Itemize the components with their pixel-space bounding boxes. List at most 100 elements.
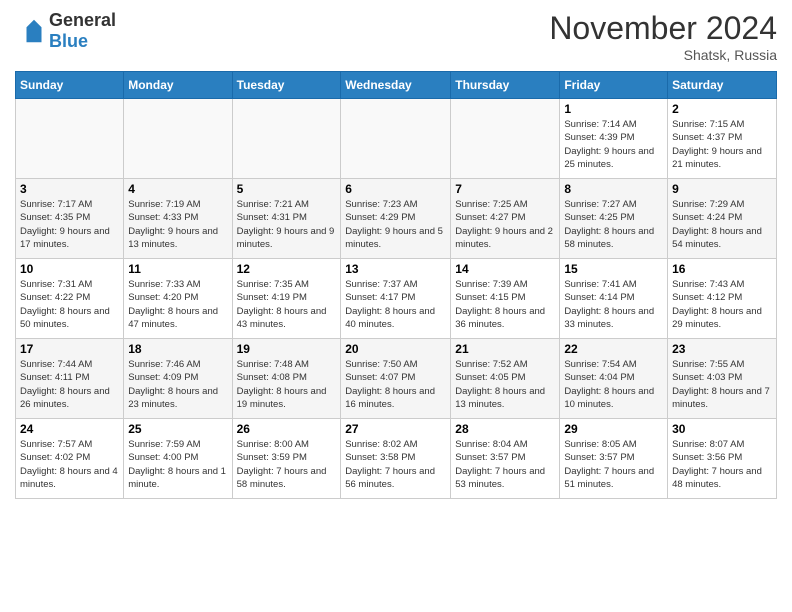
- day-info: Sunrise: 8:04 AM Sunset: 3:57 PM Dayligh…: [455, 438, 555, 491]
- day-number: 28: [455, 422, 555, 436]
- day-number: 19: [237, 342, 337, 356]
- calendar-cell: 27 Sunrise: 8:02 AM Sunset: 3:58 PM Dayli…: [341, 419, 451, 499]
- logo-general: General: [49, 10, 116, 31]
- calendar-cell: 20 Sunrise: 7:50 AM Sunset: 4:07 PM Dayli…: [341, 339, 451, 419]
- day-number: 13: [345, 262, 446, 276]
- col-sunday: Sunday: [16, 72, 124, 99]
- calendar-cell: 5Sunrise: 7:21 AM Sunset: 4:31 PM Daylig…: [232, 179, 341, 259]
- calendar-cell: 28 Sunrise: 8:04 AM Sunset: 3:57 PM Dayli…: [451, 419, 560, 499]
- day-number: 26: [237, 422, 337, 436]
- day-number: 8: [564, 182, 663, 196]
- calendar-header-row: Sunday Monday Tuesday Wednesday Thursday…: [16, 72, 777, 99]
- col-wednesday: Wednesday: [341, 72, 451, 99]
- calendar-cell: 12 Sunrise: 7:35 AM Sunset: 4:19 PM Dayli…: [232, 259, 341, 339]
- calendar-cell: 2 Sunrise: 7:15 AM Sunset: 4:37 PM Daylig…: [668, 99, 777, 179]
- day-info: Sunrise: 8:05 AM Sunset: 3:57 PM Dayligh…: [564, 438, 663, 491]
- calendar-cell: 23Sunrise: 7:55 AM Sunset: 4:03 PM Dayli…: [668, 339, 777, 419]
- calendar-cell: [451, 99, 560, 179]
- day-number: 17: [20, 342, 119, 356]
- day-info: Sunrise: 7:14 AM Sunset: 4:39 PM Dayligh…: [564, 118, 663, 171]
- calendar-cell: 18 Sunrise: 7:46 AM Sunset: 4:09 PM Dayli…: [124, 339, 232, 419]
- day-info: Sunrise: 7:54 AM Sunset: 4:04 PM Dayligh…: [564, 358, 663, 411]
- month-title: November 2024: [549, 10, 777, 47]
- calendar-table: Sunday Monday Tuesday Wednesday Thursday…: [15, 71, 777, 499]
- calendar-cell: 10 Sunrise: 7:31 AM Sunset: 4:22 PM Dayli…: [16, 259, 124, 339]
- day-number: 10: [20, 262, 119, 276]
- calendar-cell: [341, 99, 451, 179]
- day-info: Sunrise: 7:17 AM Sunset: 4:35 PM Dayligh…: [20, 198, 119, 251]
- day-number: 4: [128, 182, 227, 196]
- day-number: 7: [455, 182, 555, 196]
- day-info: Sunrise: 7:31 AM Sunset: 4:22 PM Dayligh…: [20, 278, 119, 331]
- calendar-week-row: 24 Sunrise: 7:57 AM Sunset: 4:02 PM Dayli…: [16, 419, 777, 499]
- location: Shatsk, Russia: [549, 47, 777, 63]
- calendar-cell: 11 Sunrise: 7:33 AM Sunset: 4:20 PM Dayli…: [124, 259, 232, 339]
- calendar-cell: 21 Sunrise: 7:52 AM Sunset: 4:05 PM Dayli…: [451, 339, 560, 419]
- day-number: 21: [455, 342, 555, 356]
- day-info: Sunrise: 7:29 AM Sunset: 4:24 PM Dayligh…: [672, 198, 772, 251]
- col-tuesday: Tuesday: [232, 72, 341, 99]
- day-number: 9: [672, 182, 772, 196]
- day-info: Sunrise: 7:39 AM Sunset: 4:15 PM Dayligh…: [455, 278, 555, 331]
- day-number: 14: [455, 262, 555, 276]
- day-info: Sunrise: 7:46 AM Sunset: 4:09 PM Dayligh…: [128, 358, 227, 411]
- calendar-cell: 13 Sunrise: 7:37 AM Sunset: 4:17 PM Dayli…: [341, 259, 451, 339]
- title-block: November 2024 Shatsk, Russia: [549, 10, 777, 63]
- col-saturday: Saturday: [668, 72, 777, 99]
- day-info: Sunrise: 7:21 AM Sunset: 4:31 PM Dayligh…: [237, 198, 337, 251]
- calendar-cell: 22 Sunrise: 7:54 AM Sunset: 4:04 PM Dayli…: [560, 339, 668, 419]
- day-number: 30: [672, 422, 772, 436]
- day-number: 6: [345, 182, 446, 196]
- day-number: 20: [345, 342, 446, 356]
- day-info: Sunrise: 7:37 AM Sunset: 4:17 PM Dayligh…: [345, 278, 446, 331]
- col-thursday: Thursday: [451, 72, 560, 99]
- calendar-cell: 6Sunrise: 7:23 AM Sunset: 4:29 PM Daylig…: [341, 179, 451, 259]
- day-number: 12: [237, 262, 337, 276]
- calendar-week-row: 1Sunrise: 7:14 AM Sunset: 4:39 PM Daylig…: [16, 99, 777, 179]
- calendar-cell: 14 Sunrise: 7:39 AM Sunset: 4:15 PM Dayli…: [451, 259, 560, 339]
- day-info: Sunrise: 8:00 AM Sunset: 3:59 PM Dayligh…: [237, 438, 337, 491]
- day-info: Sunrise: 7:41 AM Sunset: 4:14 PM Dayligh…: [564, 278, 663, 331]
- day-info: Sunrise: 7:15 AM Sunset: 4:37 PM Dayligh…: [672, 118, 772, 171]
- day-info: Sunrise: 7:48 AM Sunset: 4:08 PM Dayligh…: [237, 358, 337, 411]
- day-number: 15: [564, 262, 663, 276]
- calendar-body: 1Sunrise: 7:14 AM Sunset: 4:39 PM Daylig…: [16, 99, 777, 499]
- calendar-cell: 7Sunrise: 7:25 AM Sunset: 4:27 PM Daylig…: [451, 179, 560, 259]
- day-number: 22: [564, 342, 663, 356]
- day-number: 16: [672, 262, 772, 276]
- day-info: Sunrise: 7:19 AM Sunset: 4:33 PM Dayligh…: [128, 198, 227, 251]
- day-info: Sunrise: 7:52 AM Sunset: 4:05 PM Dayligh…: [455, 358, 555, 411]
- day-number: 18: [128, 342, 227, 356]
- logo-blue: Blue: [49, 31, 116, 52]
- calendar-cell: 19 Sunrise: 7:48 AM Sunset: 4:08 PM Dayli…: [232, 339, 341, 419]
- day-info: Sunrise: 7:57 AM Sunset: 4:02 PM Dayligh…: [20, 438, 119, 491]
- calendar-cell: 17Sunrise: 7:44 AM Sunset: 4:11 PM Dayli…: [16, 339, 124, 419]
- calendar-cell: 1Sunrise: 7:14 AM Sunset: 4:39 PM Daylig…: [560, 99, 668, 179]
- calendar-cell: 16Sunrise: 7:43 AM Sunset: 4:12 PM Dayli…: [668, 259, 777, 339]
- day-info: Sunrise: 7:27 AM Sunset: 4:25 PM Dayligh…: [564, 198, 663, 251]
- day-info: Sunrise: 8:07 AM Sunset: 3:56 PM Dayligh…: [672, 438, 772, 491]
- day-number: 23: [672, 342, 772, 356]
- day-number: 27: [345, 422, 446, 436]
- calendar-cell: 26 Sunrise: 8:00 AM Sunset: 3:59 PM Dayli…: [232, 419, 341, 499]
- day-number: 2: [672, 102, 772, 116]
- calendar-cell: 30 Sunrise: 8:07 AM Sunset: 3:56 PM Dayli…: [668, 419, 777, 499]
- day-info: Sunrise: 7:50 AM Sunset: 4:07 PM Dayligh…: [345, 358, 446, 411]
- day-number: 11: [128, 262, 227, 276]
- calendar-container: General Blue November 2024 Shatsk, Russi…: [0, 0, 792, 509]
- logo-icon: [19, 16, 49, 46]
- calendar-cell: 25Sunrise: 7:59 AM Sunset: 4:00 PM Dayli…: [124, 419, 232, 499]
- day-number: 3: [20, 182, 119, 196]
- calendar-cell: [124, 99, 232, 179]
- day-info: Sunrise: 7:33 AM Sunset: 4:20 PM Dayligh…: [128, 278, 227, 331]
- calendar-cell: 3 Sunrise: 7:17 AM Sunset: 4:35 PM Daylig…: [16, 179, 124, 259]
- day-info: Sunrise: 7:35 AM Sunset: 4:19 PM Dayligh…: [237, 278, 337, 331]
- calendar-cell: 4 Sunrise: 7:19 AM Sunset: 4:33 PM Daylig…: [124, 179, 232, 259]
- day-number: 24: [20, 422, 119, 436]
- calendar-cell: 8 Sunrise: 7:27 AM Sunset: 4:25 PM Daylig…: [560, 179, 668, 259]
- day-info: Sunrise: 8:02 AM Sunset: 3:58 PM Dayligh…: [345, 438, 446, 491]
- calendar-cell: 24 Sunrise: 7:57 AM Sunset: 4:02 PM Dayli…: [16, 419, 124, 499]
- header: General Blue November 2024 Shatsk, Russi…: [15, 10, 777, 63]
- calendar-cell: 15 Sunrise: 7:41 AM Sunset: 4:14 PM Dayli…: [560, 259, 668, 339]
- calendar-cell: 9 Sunrise: 7:29 AM Sunset: 4:24 PM Daylig…: [668, 179, 777, 259]
